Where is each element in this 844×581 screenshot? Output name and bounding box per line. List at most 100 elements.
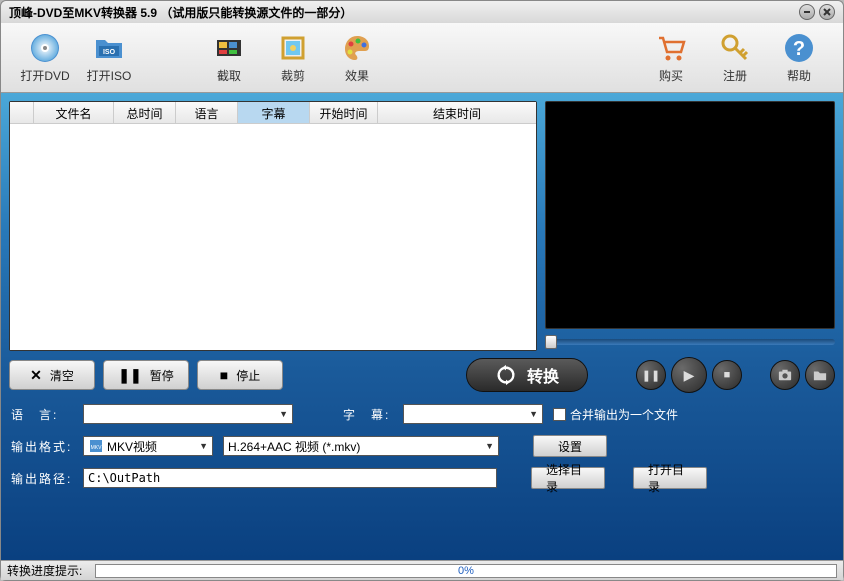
- close-button[interactable]: [819, 4, 835, 20]
- window-title: 顶峰-DVD至MKV转换器 5.9 （试用版只能转换源文件的一部分）: [9, 4, 795, 21]
- list-body[interactable]: [10, 124, 536, 350]
- chevron-down-icon: ▼: [279, 409, 288, 419]
- titlebar[interactable]: 顶峰-DVD至MKV转换器 5.9 （试用版只能转换源文件的一部分）: [1, 1, 843, 23]
- subtitle-select[interactable]: ▼: [403, 404, 543, 424]
- player-stop-icon: ■: [724, 369, 731, 381]
- column-end-time[interactable]: 结束时间: [378, 102, 536, 123]
- chevron-down-icon: ▼: [529, 409, 538, 419]
- convert-label: 转换: [527, 363, 559, 387]
- toolbar: 打开DVD ISO 打开ISO 截取 裁剪 效果 购买 注册 ?: [1, 23, 843, 93]
- effect-button[interactable]: 效果: [328, 29, 386, 87]
- app-window: 顶峰-DVD至MKV转换器 5.9 （试用版只能转换源文件的一部分） 打开DVD…: [0, 0, 844, 581]
- chevron-down-icon: ▼: [485, 441, 494, 451]
- output-format-label: 输出格式:: [11, 438, 73, 455]
- output-path-input[interactable]: [83, 468, 497, 488]
- stop-button[interactable]: ■ 停止: [197, 360, 283, 390]
- effect-label: 效果: [345, 67, 369, 84]
- pause-label: 暂停: [150, 367, 174, 384]
- open-dvd-label: 打开DVD: [20, 67, 69, 84]
- player-stop-button[interactable]: ■: [712, 360, 742, 390]
- crop-label: 裁剪: [281, 67, 305, 84]
- player-play-button[interactable]: ▶: [671, 357, 707, 393]
- main-area: 文件名 总时间 语言 字幕 开始时间 结束时间: [1, 93, 843, 560]
- crop-icon: [277, 32, 309, 64]
- buy-button[interactable]: 购买: [642, 29, 700, 87]
- convert-button[interactable]: 转换: [466, 358, 588, 392]
- statusbar: 转换进度提示: 0%: [1, 560, 843, 580]
- minimize-icon: [802, 7, 812, 17]
- column-filename[interactable]: 文件名: [34, 102, 114, 123]
- list-header: 文件名 总时间 语言 字幕 开始时间 结束时间: [10, 102, 536, 124]
- close-icon: [822, 7, 832, 17]
- capture-label: 截取: [217, 67, 241, 84]
- chevron-down-icon: ▼: [199, 441, 208, 451]
- refresh-icon: [495, 364, 517, 386]
- svg-text:?: ?: [793, 38, 805, 60]
- scissors-icon: [213, 32, 245, 64]
- slider-track[interactable]: [545, 339, 835, 345]
- iso-folder-icon: ISO: [93, 32, 125, 64]
- open-dvd-button[interactable]: 打开DVD: [16, 29, 74, 87]
- merge-label: 合并输出为一个文件: [570, 406, 678, 423]
- progress-percent: 0%: [96, 565, 836, 577]
- clear-button[interactable]: ✕ 清空: [9, 360, 95, 390]
- cart-icon: [655, 32, 687, 64]
- codec-value: H.264+AAC 视频 (*.mkv): [228, 438, 360, 455]
- crop-button[interactable]: 裁剪: [264, 29, 322, 87]
- open-iso-button[interactable]: ISO 打开ISO: [80, 29, 138, 87]
- preview-video[interactable]: [545, 101, 835, 329]
- capture-button[interactable]: 截取: [200, 29, 258, 87]
- status-label: 转换进度提示:: [7, 562, 95, 579]
- player-controls: ❚❚ ▶ ■: [636, 357, 835, 393]
- mkv-file-icon: MKV: [88, 438, 104, 454]
- column-checkbox[interactable]: [10, 102, 34, 123]
- stop-icon: ■: [220, 367, 228, 383]
- camera-icon: [778, 368, 792, 382]
- open-iso-label: 打开ISO: [87, 67, 132, 84]
- player-pause-icon: ❚❚: [642, 369, 660, 382]
- column-total-time[interactable]: 总时间: [114, 102, 176, 123]
- help-label: 帮助: [787, 67, 811, 84]
- open-folder-button[interactable]: [805, 360, 835, 390]
- folder-icon: [813, 368, 827, 382]
- preview-slider[interactable]: [545, 333, 835, 351]
- buy-label: 购买: [659, 67, 683, 84]
- pause-icon: ❚❚: [118, 367, 141, 384]
- language-select[interactable]: ▼: [83, 404, 293, 424]
- column-subtitle[interactable]: 字幕: [238, 102, 310, 123]
- codec-select[interactable]: H.264+AAC 视频 (*.mkv) ▼: [223, 436, 499, 456]
- progress-bar: 0%: [95, 564, 837, 578]
- slider-thumb[interactable]: [545, 335, 557, 349]
- column-language[interactable]: 语言: [176, 102, 238, 123]
- output-path-label: 输出路径:: [11, 470, 73, 487]
- help-icon: ?: [783, 32, 815, 64]
- output-format-value: MKV视频: [107, 438, 157, 455]
- settings-area: 语 言: ▼ 字 幕: ▼ 合并输出为一个文件 输出格式: MKV MKV视频: [9, 399, 835, 491]
- key-icon: [719, 32, 751, 64]
- preview-panel: [545, 101, 835, 351]
- svg-text:ISO: ISO: [103, 49, 116, 56]
- minimize-button[interactable]: [799, 4, 815, 20]
- language-label: 语 言:: [11, 406, 73, 423]
- stop-label: 停止: [236, 367, 260, 384]
- select-dir-button[interactable]: 选择目录: [531, 467, 605, 489]
- clear-x-icon: ✕: [30, 367, 42, 384]
- svg-text:MKV: MKV: [91, 445, 103, 451]
- palette-icon: [341, 32, 373, 64]
- column-start-time[interactable]: 开始时间: [310, 102, 378, 123]
- dvd-disc-icon: [29, 32, 61, 64]
- register-label: 注册: [723, 67, 747, 84]
- open-dir-button[interactable]: 打开目录: [633, 467, 707, 489]
- pause-button[interactable]: ❚❚ 暂停: [103, 360, 189, 390]
- player-pause-button[interactable]: ❚❚: [636, 360, 666, 390]
- controls-row: ✕ 清空 ❚❚ 暂停 ■ 停止 转换 ❚❚ ▶ ■: [9, 357, 835, 393]
- help-button[interactable]: ? 帮助: [770, 29, 828, 87]
- settings-button[interactable]: 设置: [533, 435, 607, 457]
- snapshot-button[interactable]: [770, 360, 800, 390]
- player-play-icon: ▶: [684, 367, 695, 384]
- register-button[interactable]: 注册: [706, 29, 764, 87]
- subtitle-label: 字 幕:: [343, 406, 393, 423]
- output-format-select[interactable]: MKV MKV视频 ▼: [83, 436, 213, 456]
- merge-checkbox[interactable]: [553, 408, 566, 421]
- clear-label: 清空: [50, 367, 74, 384]
